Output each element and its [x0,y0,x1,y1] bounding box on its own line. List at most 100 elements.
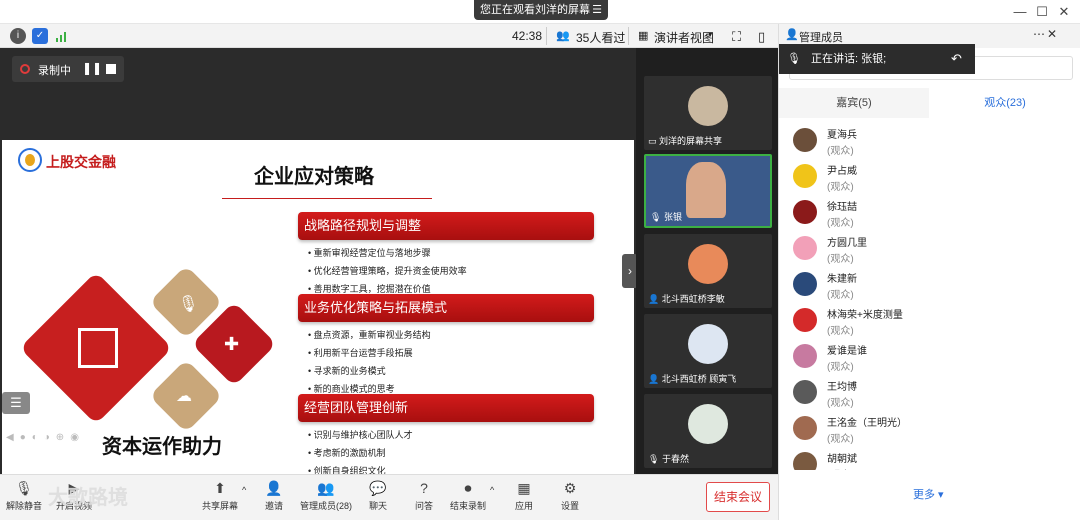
meeting-controls: 🎙 解除静音 ▶ 开启视频 大歌路境 ⬆ 共享屏幕 ^ 👤 邀请 👥 管理成员(28) 💬… [0,474,778,520]
banner-menu-icon[interactable]: ☰ [592,0,602,20]
qa-button[interactable]: ? 问答 [400,479,448,512]
member-item[interactable]: 爱谁是谁 (观众) [791,340,1071,376]
microphone-icon: 🎙 [15,480,33,496]
mute-button[interactable]: 🎙 解除静音 [0,479,48,512]
question-icon: ? [420,480,428,496]
video-tile[interactable]: 👤 北斗西虹桥李敏 [644,234,772,308]
record-stop-icon: ⏺ [464,480,472,496]
chat-icon: 💬 [369,480,387,496]
member-item[interactable]: 尹占威 (观众) [791,160,1071,196]
minimize-icon[interactable]: — [1010,2,1030,22]
video-gallery: ▭ 刘洋的屏幕共享 🎙 张银 👤 北斗西虹桥李敏 👤 北斗西虹桥 顾寅飞 🎙 于… [636,48,778,474]
avatar [688,404,728,444]
left-caption: 资本运作助力 [102,436,222,458]
puzzle-icon: ✚ [224,334,240,354]
chevron-up-icon[interactable]: ^ [242,485,246,495]
video-tile-name: 👤 北斗西虹桥李敏 [648,294,725,304]
view-mode-select[interactable]: 演讲者视图 [654,29,714,46]
slide-list-icon[interactable]: ☰ [2,392,30,414]
speaker-view-icon: ▦ [638,30,649,42]
stop-recording-icon[interactable] [106,64,116,74]
member-item[interactable]: 朱建新 (观众) [791,268,1071,304]
close-icon[interactable]: ✕ [1054,2,1074,22]
avatar [793,272,817,296]
member-item[interactable]: 方圆几里 (观众) [791,232,1071,268]
video-tile[interactable]: ▭ 刘洋的屏幕共享 [644,76,772,150]
users-icon: 👥 [317,480,335,496]
bullet: • 考虑新的激励机制 [308,448,386,458]
invite-button[interactable]: 👤 邀请 [250,479,298,512]
manage-members-button[interactable]: 👥 管理成员(28) [296,479,356,512]
avatar [793,236,817,260]
shield-icon[interactable]: ✓ [32,28,48,44]
tab-audience[interactable]: 观众(23) [929,88,1080,118]
users-icon: 👥 [556,30,570,42]
record-dot-icon [20,64,30,74]
section-title: 战略路径规划与调整 [298,212,594,240]
avatar [793,128,817,152]
tab-guests[interactable]: 嘉宾(5) [779,88,929,118]
cloud-icon: ☁ [176,388,192,405]
viewer-count[interactable]: 35人看过 [576,29,625,46]
member-item[interactable]: 王均博 (观众) [791,376,1071,412]
panel-title: 管理成员 [799,32,843,44]
video-tile-active[interactable]: 🎙 张银 [644,154,772,228]
share-screen-button[interactable]: ⬆ 共享屏幕 [196,479,244,512]
member-item[interactable]: 林海荣+米度测量 (观众) [791,304,1071,340]
avatar [793,416,817,440]
more-members-button[interactable]: 更多 ▾ [913,486,944,502]
member-item[interactable]: 王洺金（王明光） (观众) [791,412,1071,448]
video-tile-name: ▭ 刘洋的屏幕共享 [648,136,723,146]
annotation-tools[interactable]: ◀●◐◑⊕◉ [6,432,85,443]
meeting-toolbar: i ✓ 42:38 👥 35人看过 ▦ 演讲者视图 ▾ ⛶ ▯ [0,24,778,48]
watermark-text: 大歌路境 [48,487,128,509]
more-options-icon[interactable]: ⋯ [1033,27,1045,41]
sidebar-toggle-icon[interactable]: ▯ [758,29,765,45]
bullet: • 利用新平台运营手段拓展 [308,348,413,358]
avatar [688,244,728,284]
shared-screen-area: 录制中 ❚❚ 上股交金融 企业应对策略 🎙 ✚ ☁ 资本运作助力 战略路径规划与… [0,48,636,496]
fullscreen-icon[interactable]: ⛶ [732,29,741,45]
bullet: • 盘点资源，重新审视业务结构 [308,330,431,340]
avatar [793,380,817,404]
apps-button[interactable]: ▦ 应用 [500,479,548,512]
chat-button[interactable]: 💬 聊天 [354,479,402,512]
section-title: 业务优化策略与拓展模式 [298,294,594,322]
meeting-timer: 42:38 [512,29,543,43]
bullet: • 重新审视经营定位与落地步骤 [308,248,431,258]
maximize-icon[interactable]: ☐ [1032,2,1052,22]
recording-bar: 录制中 ❚❚ [12,56,124,82]
qr-grid-icon [78,328,118,368]
video-tile-name: 🎙 张银 [650,212,682,222]
video-tile[interactable]: 🎙 于春然 [644,394,772,468]
settings-button[interactable]: ⚙ 设置 [546,479,594,512]
bullet: • 寻求新的业务模式 [308,366,386,376]
avatar [793,344,817,368]
member-item[interactable]: 夏海兵 (观众) [791,124,1071,160]
video-tile-name: 🎙 于春然 [648,454,689,464]
recording-label: 录制中 [38,65,71,77]
speaker-video [686,162,726,218]
gear-icon: ⚙ [563,480,577,496]
member-item[interactable]: 徐珏喆 (观众) [791,196,1071,232]
pause-recording-icon[interactable]: ❚❚ [82,61,102,75]
members-panel: 👤 管理成员 ⋯ ✕ 🎙 正在讲话: 张银; ↶ 嘉宾(5) 观众(23) 夏海… [778,24,1080,520]
avatar [793,200,817,224]
section-title: 经营团队管理创新 [298,394,594,422]
avatar [688,324,728,364]
avatar [793,164,817,188]
speaking-indicator: 🎙 正在讲话: 张银; ↶ [779,44,975,74]
chevron-up-icon[interactable]: ^ [490,485,494,495]
end-record-button[interactable]: ⏺ 结束录制 [444,479,492,512]
chevron-down-icon[interactable]: ▾ [708,29,713,40]
diamond-graphic: 🎙 ✚ ☁ [19,256,290,456]
video-tile[interactable]: 👤 北斗西虹桥 顾寅飞 [644,314,772,388]
share-screen-icon: ⬆ [214,480,226,496]
avatar [688,86,728,126]
info-icon[interactable]: i [10,28,26,44]
microphone-icon: 🎙 [178,296,199,313]
close-panel-icon[interactable]: ✕ [1047,27,1057,41]
end-meeting-button[interactable]: 结束会议 [706,482,770,512]
undo-icon[interactable]: ↶ [951,44,962,74]
user-icon: 👤 [785,29,799,41]
